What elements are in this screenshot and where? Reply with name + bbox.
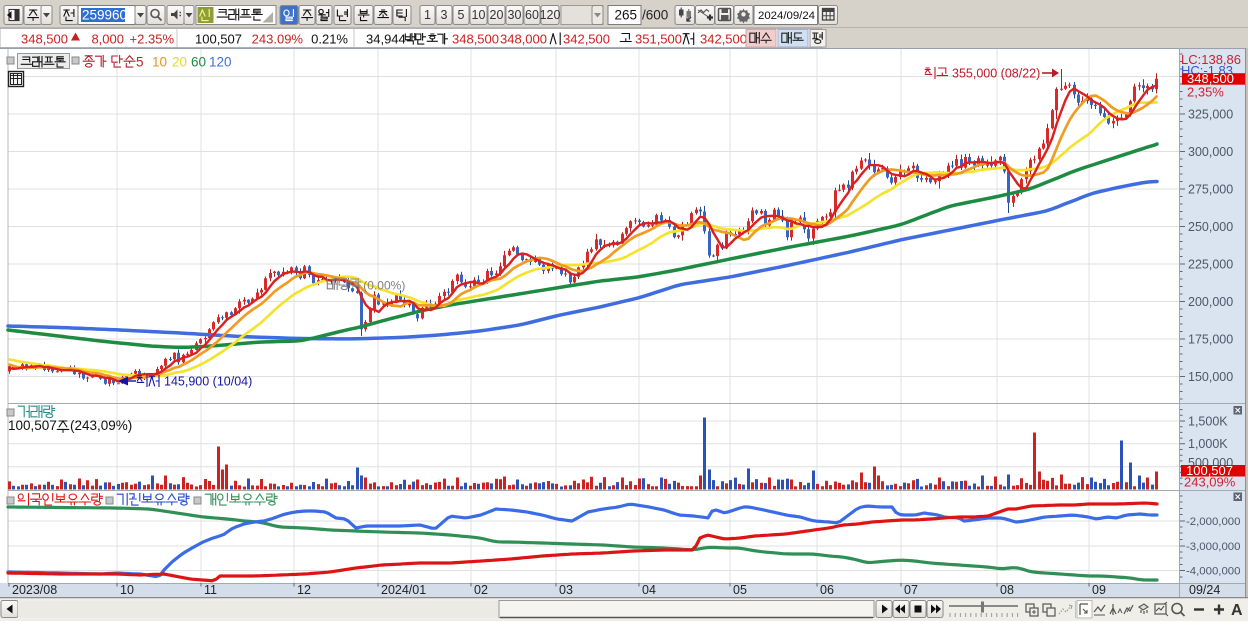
svg-text:2024/09/24: 2024/09/24 [758, 10, 815, 22]
svg-text:04: 04 [642, 583, 656, 597]
svg-text:08: 08 [1000, 583, 1014, 597]
svg-text:+2.35%: +2.35% [130, 32, 175, 47]
svg-text:348,000: 348,000 [500, 32, 547, 47]
svg-text:243.09%: 243.09% [252, 32, 304, 47]
svg-text:10: 10 [152, 55, 167, 70]
svg-text:243,09%: 243,09% [1184, 475, 1236, 490]
svg-text:34,944: 34,944 [366, 32, 406, 47]
svg-text:348,500: 348,500 [452, 32, 499, 47]
svg-text:100,507: 100,507 [8, 418, 57, 433]
svg-text:120: 120 [540, 8, 561, 22]
svg-text:225,000: 225,000 [1188, 257, 1233, 271]
svg-text:0.21%: 0.21% [311, 32, 348, 47]
svg-text:30: 30 [508, 8, 522, 22]
svg-text:1,500K: 1,500K [1188, 414, 1228, 428]
svg-text:348,500: 348,500 [21, 32, 68, 47]
svg-text:10: 10 [120, 583, 134, 597]
svg-text:5: 5 [458, 8, 465, 22]
svg-text:175,000: 175,000 [1188, 332, 1233, 346]
svg-text:A: A [1231, 602, 1243, 619]
svg-text:10: 10 [472, 8, 486, 22]
svg-text:342,500: 342,500 [563, 32, 610, 47]
svg-text:07: 07 [904, 583, 918, 597]
svg-text:259960: 259960 [82, 8, 127, 23]
svg-text:(0.00%): (0.00%) [363, 279, 405, 293]
svg-text:2,35%: 2,35% [1187, 85, 1224, 100]
svg-text:342,500: 342,500 [700, 32, 747, 47]
svg-text:2023/08: 2023/08 [12, 583, 57, 597]
svg-text:265: 265 [614, 8, 637, 23]
svg-text:60: 60 [525, 8, 539, 22]
svg-text:1,000K: 1,000K [1188, 437, 1228, 451]
svg-text:275,000: 275,000 [1188, 182, 1233, 196]
svg-text:100,507: 100,507 [195, 32, 242, 47]
svg-text:250,000: 250,000 [1188, 220, 1233, 234]
svg-text:/600: /600 [642, 8, 668, 23]
svg-text:120: 120 [209, 55, 232, 70]
svg-text:200,000: 200,000 [1188, 295, 1233, 309]
svg-text:02: 02 [474, 583, 488, 597]
svg-text:11: 11 [204, 583, 217, 597]
svg-text:5: 5 [136, 55, 144, 70]
svg-text:(243,09%): (243,09%) [70, 418, 132, 433]
svg-text:06: 06 [820, 583, 834, 597]
svg-text:20: 20 [172, 55, 187, 70]
svg-text:2024/01: 2024/01 [381, 583, 426, 597]
svg-text:09/24: 09/24 [1189, 583, 1220, 597]
svg-text:351,500: 351,500 [635, 32, 682, 47]
svg-text:60: 60 [191, 55, 206, 70]
svg-text:150,000: 150,000 [1188, 370, 1233, 384]
svg-text:09: 09 [1092, 583, 1106, 597]
svg-text:-4,000,000: -4,000,000 [1186, 566, 1240, 578]
svg-text:-3,000,000: -3,000,000 [1186, 541, 1240, 553]
svg-text:12: 12 [297, 583, 311, 597]
svg-text:300,000: 300,000 [1188, 145, 1233, 159]
svg-text:-2,000,000: -2,000,000 [1186, 516, 1240, 528]
svg-text:20: 20 [490, 8, 504, 22]
svg-text:03: 03 [559, 583, 573, 597]
svg-text:3: 3 [441, 8, 448, 22]
svg-text:145,900 (10/04): 145,900 (10/04) [164, 375, 252, 389]
svg-text:8,000: 8,000 [91, 32, 124, 47]
svg-text:355,000 (08/22): 355,000 (08/22) [952, 67, 1040, 81]
svg-text:325,000: 325,000 [1188, 107, 1233, 121]
svg-text:05: 05 [733, 583, 747, 597]
svg-text:1: 1 [424, 8, 431, 22]
